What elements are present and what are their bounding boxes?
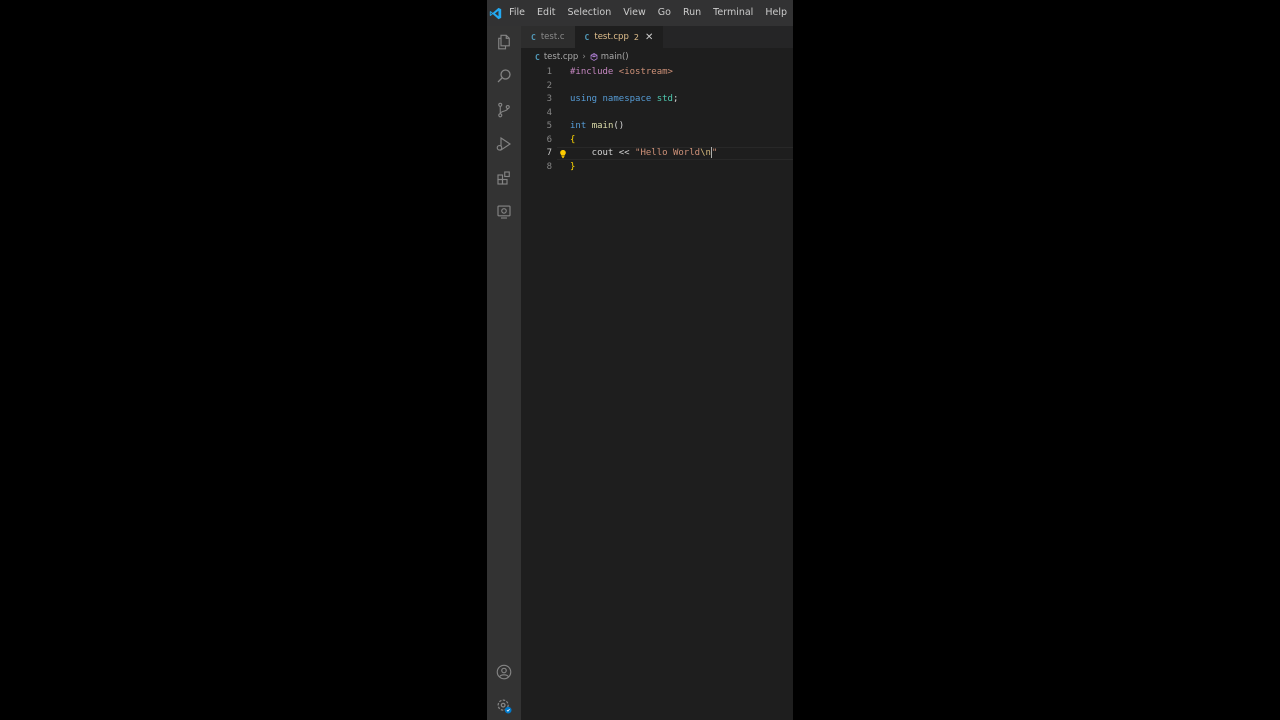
breadcrumb: C test.cpp › main() (521, 48, 793, 66)
code-text: { (570, 134, 575, 148)
line-number: 8 (546, 161, 552, 172)
breadcrumb-symbol[interactable]: main() (601, 52, 629, 62)
chevron-right-icon: › (582, 52, 586, 62)
tab-bar-empty (663, 26, 793, 48)
code-line[interactable]: 4 (521, 107, 793, 121)
code-token: ; (672, 94, 679, 104)
extensions-icon[interactable] (492, 166, 516, 190)
tab-bar: C test.c C test.cpp 2 ✕ (521, 26, 793, 48)
code-token: main (591, 121, 614, 131)
code-token: " (711, 148, 718, 158)
line-number: 1 (546, 67, 552, 77)
menu-run[interactable]: Run (677, 0, 707, 26)
menu-view[interactable]: View (617, 0, 652, 26)
account-icon[interactable] (492, 660, 516, 684)
menu-edit[interactable]: Edit (531, 0, 561, 26)
code-line[interactable]: 7 cout << "Hello World\n" (521, 147, 793, 161)
code-text: using namespace std; (570, 93, 678, 107)
code-token: <iostream> (618, 67, 673, 77)
explorer-icon[interactable] (492, 30, 516, 54)
vscode-logo-icon (487, 0, 504, 26)
code-token: cout << (570, 148, 636, 158)
code-text: cout << "Hello World\n" (570, 147, 717, 161)
title-bar: File Edit Selection View Go Run Terminal… (487, 0, 793, 26)
code-line[interactable]: 8} (521, 161, 793, 175)
menu-go[interactable]: Go (652, 0, 677, 26)
code-token: std (656, 94, 673, 104)
menu-bar: File Edit Selection View Go Run Terminal… (504, 0, 793, 26)
code-token: "Hello World (635, 148, 701, 158)
code-line[interactable]: 1 #include <iostream> (521, 66, 793, 80)
tab-test-cpp[interactable]: C test.cpp 2 ✕ (574, 26, 664, 48)
code-token: \n (700, 148, 711, 158)
line-number: 4 (546, 107, 552, 118)
tab-test-c[interactable]: C test.c (521, 26, 575, 48)
line-number: 6 (546, 134, 552, 145)
code-token: } (570, 161, 576, 172)
menu-file[interactable]: File (504, 0, 531, 26)
menu-terminal[interactable]: Terminal (707, 0, 759, 26)
close-icon[interactable]: ✕ (645, 32, 653, 43)
cpp-file-icon: C (535, 52, 540, 62)
code-token: () (613, 121, 625, 131)
code-token: { (570, 134, 576, 145)
search-icon[interactable] (492, 64, 516, 88)
code-token: namespace (602, 94, 652, 104)
menu-help[interactable]: Help (759, 0, 793, 26)
line-number: 2 (546, 80, 552, 91)
activity-bar (487, 26, 521, 720)
cpp-file-icon: C (584, 32, 590, 42)
vscode-window: File Edit Selection View Go Run Terminal… (487, 0, 793, 720)
code-text: } (570, 161, 575, 175)
manage-gear-icon[interactable] (492, 694, 516, 718)
code-token: #include (570, 67, 614, 77)
source-control-icon[interactable] (492, 98, 516, 122)
code-line[interactable]: 3 using namespace std; (521, 93, 793, 107)
code-line[interactable]: 6{ (521, 134, 793, 148)
breadcrumb-file[interactable]: test.cpp (544, 52, 579, 62)
method-cube-icon (590, 53, 598, 61)
tab-label: test.c (540, 32, 565, 42)
run-debug-icon[interactable] (492, 132, 516, 156)
remote-explorer-icon[interactable] (492, 200, 516, 224)
line-number: 5 (546, 121, 552, 131)
code-line[interactable]: 5 int main() (521, 120, 793, 134)
code-token: using (570, 94, 598, 104)
code-line[interactable]: 2 (521, 80, 793, 94)
c-file-icon: C (531, 32, 536, 42)
menu-selection[interactable]: Selection (561, 0, 617, 26)
code-text: int main() (570, 120, 624, 134)
problems-count-badge: 2 (633, 32, 639, 42)
code-token: int (570, 121, 587, 131)
lightbulb-icon[interactable] (558, 149, 568, 159)
code-text: #include <iostream> (570, 66, 673, 80)
screen: File Edit Selection View Go Run Terminal… (0, 0, 1280, 720)
line-number: 7 (546, 148, 552, 158)
line-number: 3 (546, 94, 552, 104)
tab-label: test.cpp (594, 32, 629, 42)
code-editor[interactable]: 1 #include <iostream> 2 3 using namespace st… (521, 66, 793, 720)
